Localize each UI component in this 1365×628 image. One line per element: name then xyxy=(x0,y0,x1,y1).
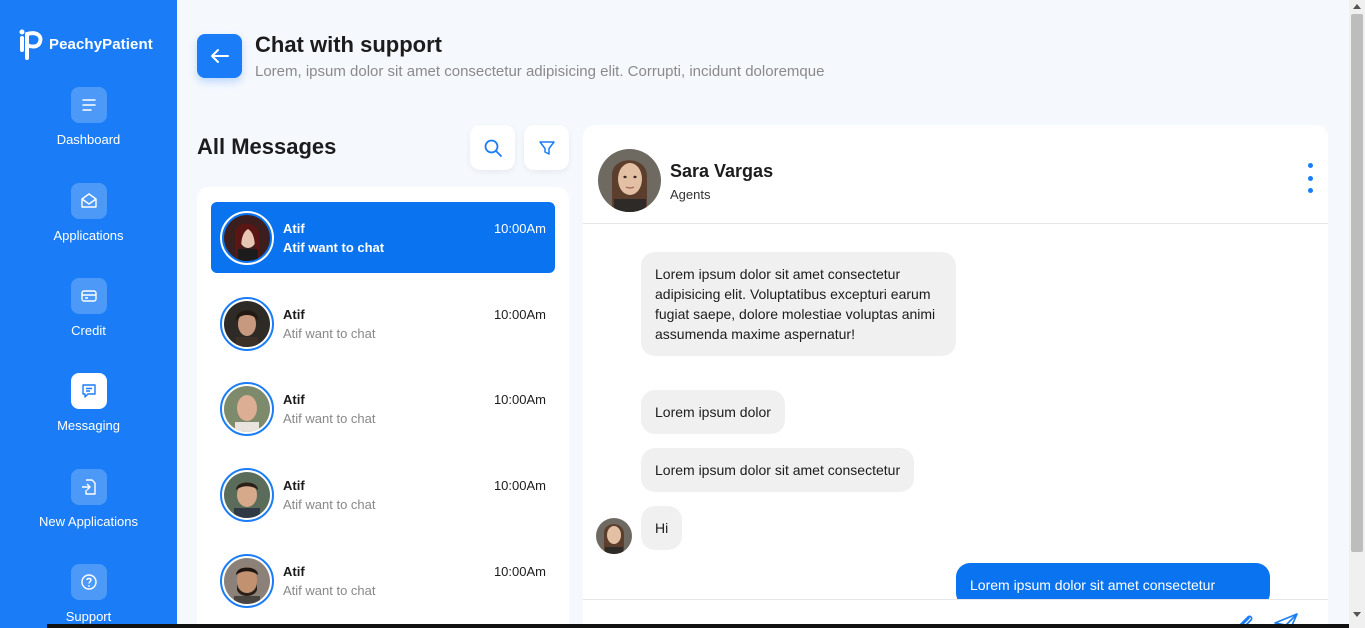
arrow-left-icon xyxy=(210,49,229,63)
sidebar-item-label: Applications xyxy=(53,228,124,243)
conversation-name: Atif xyxy=(283,478,305,493)
sidebar: PeachyPatient Dashboard Applications Cre… xyxy=(0,0,177,628)
chat-contact-role: Agents xyxy=(670,187,711,202)
conversation-item[interactable]: Atif Atif want to chat 10:00Am xyxy=(211,545,555,616)
filter-icon xyxy=(538,140,555,155)
conversation-item[interactable]: Atif Atif want to chat 10:00Am xyxy=(211,459,555,530)
sidebar-item-label: Messaging xyxy=(57,418,120,433)
avatar xyxy=(596,518,632,554)
sidebar-item-support[interactable]: Support xyxy=(0,564,177,624)
conversation-time: 10:00Am xyxy=(493,392,546,407)
sidebar-item-label: New Applications xyxy=(39,514,138,529)
chat-contact-name: Sara Vargas xyxy=(670,161,774,181)
envelope-icon xyxy=(70,183,107,219)
conversation-time: 10:00Am xyxy=(493,564,546,579)
brand-logo[interactable]: PeachyPatient xyxy=(18,28,153,60)
avatar xyxy=(220,554,274,608)
file-import-icon xyxy=(70,469,107,505)
conversation-message: Atif want to chat xyxy=(283,497,376,512)
avatar xyxy=(220,211,274,265)
conversation-message: Atif want to chat xyxy=(283,583,376,598)
conversation-message: Atif want to chat xyxy=(283,411,376,426)
conversation-item[interactable]: Atif Atif want to chat 10:00Am xyxy=(211,373,555,444)
help-icon xyxy=(70,564,107,600)
conversation-name: Atif xyxy=(283,564,305,579)
scroll-up-icon[interactable] xyxy=(1353,4,1361,9)
message-bubble: Lorem ipsum dolor sit amet consectetur xyxy=(641,448,915,492)
filter-button[interactable] xyxy=(524,125,569,170)
page-scrollbar[interactable] xyxy=(1349,0,1365,628)
bottom-edge xyxy=(47,624,1349,628)
back-button[interactable] xyxy=(197,34,242,78)
scroll-down-icon[interactable] xyxy=(1353,612,1361,617)
conversation-time: 10:00Am xyxy=(493,478,546,493)
avatar xyxy=(598,149,661,212)
sidebar-item-label: Credit xyxy=(71,323,106,338)
message-input[interactable] xyxy=(603,604,1203,626)
avatar xyxy=(220,468,274,522)
conversation-item[interactable]: Atif Atif want to chat 10:00Am xyxy=(211,288,555,359)
conversation-time: 10:00Am xyxy=(493,221,546,236)
sidebar-item-label: Support xyxy=(65,609,112,624)
scroll-thumb[interactable] xyxy=(1351,14,1363,552)
brand-name: PeachyPatient xyxy=(49,35,153,53)
logo-icon xyxy=(19,29,43,60)
message-bubble: Hi xyxy=(641,506,683,550)
conversation-list: Atif Atif want to chat 10:00Am Atif Atif… xyxy=(197,187,569,628)
search-button[interactable] xyxy=(470,125,515,170)
conversation-name: Atif xyxy=(283,221,305,236)
conversation-item[interactable]: Atif Atif want to chat 10:00Am xyxy=(211,202,555,273)
message-bubble: Lorem ipsum dolor sit amet consectetur a… xyxy=(641,252,956,356)
avatar xyxy=(220,382,274,436)
page-title: Chat with support xyxy=(255,32,442,57)
search-icon xyxy=(484,139,502,157)
chat-header: Sara Vargas Agents xyxy=(583,125,1328,224)
sidebar-item-dashboard[interactable]: Dashboard xyxy=(0,87,177,147)
sidebar-item-credit[interactable]: Credit xyxy=(0,278,177,338)
dot xyxy=(1307,163,1313,168)
conversation-name: Atif xyxy=(283,307,305,322)
dot xyxy=(1307,175,1313,181)
more-options-button[interactable] xyxy=(1305,163,1315,193)
chat-panel: Sara Vargas Agents Lorem ipsum dolor sit… xyxy=(583,125,1328,628)
conversation-message: Atif want to chat xyxy=(283,240,385,255)
conversation-name: Atif xyxy=(283,392,305,407)
sidebar-item-new-applications[interactable]: New Applications xyxy=(0,469,177,529)
chat-icon xyxy=(70,373,107,409)
conversation-time: 10:00Am xyxy=(493,307,546,322)
dot xyxy=(1307,188,1313,193)
page-subtitle: Lorem, ipsum dolor sit amet consectetur … xyxy=(255,63,825,80)
menu-icon xyxy=(70,87,107,123)
card-icon xyxy=(70,278,107,314)
sidebar-item-applications[interactable]: Applications xyxy=(0,183,177,243)
sidebar-item-label: Dashboard xyxy=(56,132,121,147)
message-bubble: Lorem ipsum dolor xyxy=(641,390,785,434)
avatar xyxy=(220,297,274,351)
conversation-message: Atif want to chat xyxy=(283,326,376,341)
list-title: All Messages xyxy=(197,134,337,159)
sidebar-item-messaging[interactable]: Messaging xyxy=(0,373,177,433)
